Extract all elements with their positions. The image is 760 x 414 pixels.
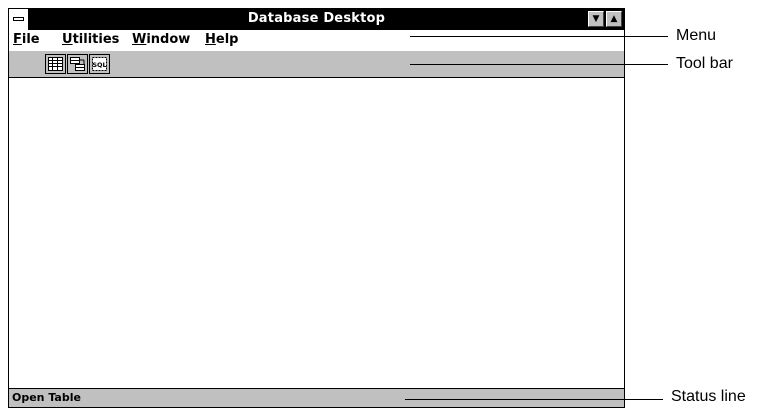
open-query-icon <box>70 57 85 71</box>
title-bar[interactable]: Database Desktop ▼ ▲ <box>9 9 624 30</box>
desktop-client-area[interactable] <box>9 78 624 389</box>
menu-utilities[interactable]: Utilities <box>62 32 119 47</box>
toolbar-callout-line <box>410 64 668 65</box>
menu-help-accel: H <box>205 32 216 47</box>
menu-window-accel: W <box>132 32 147 47</box>
menu-help-label: elp <box>215 32 239 47</box>
menu-callout-line <box>410 36 668 37</box>
toolbar-callout-label: Tool bar <box>676 55 733 72</box>
status-callout-label: Status line <box>671 388 746 405</box>
menu-file-accel: F <box>13 32 22 47</box>
maximize-button[interactable]: ▲ <box>606 11 622 27</box>
minimize-button[interactable]: ▼ <box>588 11 604 27</box>
sql-icon-text: SQL <box>92 61 106 69</box>
open-sql-icon: SQL <box>92 57 107 71</box>
database-desktop-window: Database Desktop ▼ ▲ File Utilities Wind… <box>8 8 625 408</box>
menu-bar: File Utilities Window Help <box>9 30 624 52</box>
menu-window[interactable]: Window <box>132 32 190 47</box>
window-title: Database Desktop <box>247 11 386 26</box>
menu-utilities-accel: U <box>62 32 73 47</box>
open-sql-button[interactable]: SQL <box>89 54 110 74</box>
open-table-icon <box>48 57 63 71</box>
menu-utilities-label: tilities <box>72 32 120 47</box>
menu-file[interactable]: File <box>13 32 40 47</box>
open-query-button[interactable] <box>67 54 88 74</box>
status-line: Open Table <box>9 388 624 407</box>
status-callout-line <box>405 399 663 400</box>
menu-file-label: ile <box>21 32 40 47</box>
menu-help[interactable]: Help <box>205 32 238 47</box>
menu-callout-label: Menu <box>676 27 717 44</box>
maximize-arrow-icon: ▲ <box>610 14 618 24</box>
status-text: Open Table <box>12 391 81 404</box>
menu-window-label: indow <box>146 32 191 47</box>
minimize-arrow-icon: ▼ <box>592 14 600 24</box>
open-table-button[interactable] <box>45 54 66 74</box>
